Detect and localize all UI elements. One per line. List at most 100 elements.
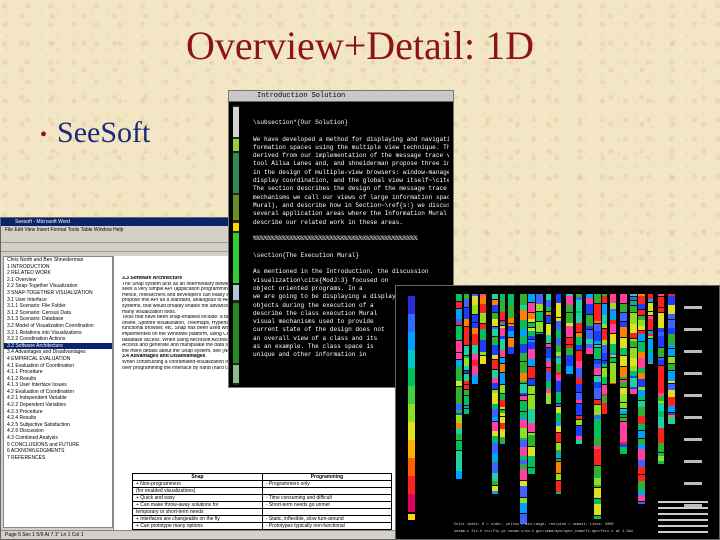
code-line-segment [610, 358, 616, 362]
code-line-segment [520, 412, 527, 418]
code-line-segment [456, 387, 462, 398]
code-line-segment [500, 358, 505, 363]
code-line-segment [492, 481, 498, 485]
label-mark [684, 504, 702, 507]
code-line-segment [520, 464, 527, 469]
outline-item[interactable]: 4.3 Combined Analysis [4, 435, 112, 442]
color-scale-segment [408, 368, 415, 386]
outline-item[interactable]: 6 ACKNOWLEDGMENTS [4, 448, 112, 455]
code-line-segment [620, 394, 627, 402]
code-line-segment [556, 422, 561, 426]
outline-item[interactable]: 3.1.2 Scenario: Census Data [4, 310, 112, 317]
outline-item[interactable]: 5 CONCLUSIONS and FUTURE [4, 442, 112, 449]
code-line-segment [472, 294, 478, 296]
outline-item[interactable]: 4.2.4 Results [4, 415, 112, 422]
code-line-segment [630, 389, 637, 394]
code-line-segment [500, 407, 505, 409]
outline-item[interactable]: 2 RELATED WORK [4, 270, 112, 277]
code-line-segment [456, 323, 462, 325]
outline-item[interactable]: 3.2.2 Coordination Actions [4, 336, 112, 343]
code-line-segment [528, 379, 535, 385]
code-line-segment [536, 294, 543, 304]
code-line-segment [658, 328, 664, 332]
code-line-segment [610, 334, 616, 344]
code-line-segment [648, 350, 653, 353]
code-line-segment [492, 313, 498, 319]
code-line-segment [594, 382, 601, 388]
code-line-segment [528, 395, 535, 404]
code-line-segment [602, 364, 607, 367]
code-line-segment [594, 400, 601, 404]
outline-item[interactable]: 4.2.2 Dependent Variables [4, 402, 112, 409]
code-line-segment [630, 348, 637, 358]
viz-caption-1: Color index: 0 = older, yellow = mid-ran… [454, 523, 614, 527]
table-cell [261, 508, 393, 516]
outline-item[interactable]: 4.2.3 Procedure [4, 409, 112, 416]
code-line-segment [658, 428, 664, 435]
outline-item[interactable]: 4.2.5 Subjective Satisfaction [4, 422, 112, 429]
outline-item[interactable]: Chris North and Ben Shneiderman [4, 257, 112, 264]
code-line-segment [464, 338, 469, 345]
code-line-segment [658, 360, 664, 365]
code-line-segment [658, 348, 664, 357]
code-line-segment [602, 345, 607, 353]
outline-item[interactable]: 3.1.1 Scenario: File Folder [4, 303, 112, 310]
code-line-segment [556, 450, 561, 454]
outline-item[interactable]: 2.1 Overview [4, 277, 112, 284]
outline-item[interactable]: 3.2 Model of Visualization Coordination [4, 323, 112, 330]
editor-line: As mentioned in the Introduction, the di… [253, 268, 429, 276]
code-line-segment [648, 316, 653, 319]
code-line-segment [620, 363, 627, 366]
outline-item[interactable]: 7 REFERENCES [4, 455, 112, 462]
code-line-segment [576, 297, 582, 300]
table-cell: - Time consuming and difficult [261, 494, 393, 502]
outline-item[interactable]: 4.1.1 Procedure [4, 369, 112, 376]
code-line-segment [630, 376, 637, 378]
outline-item[interactable]: 3.1 User Interface [4, 297, 112, 304]
table-cell: + Non-programmers [132, 480, 263, 488]
code-line-segment [520, 373, 527, 381]
code-line-segment [520, 481, 527, 486]
seesoft-visualization: Color index: 0 = older, yellow = mid-ran… [395, 285, 720, 540]
code-line-segment [594, 466, 601, 476]
outline-item[interactable]: 4.2 Evaluation of Coordination [4, 389, 112, 396]
code-line-segment [630, 378, 637, 387]
code-line-segment [492, 404, 498, 409]
outline-item[interactable]: 3 SNAP-TOGETHER VISUALIZATION [4, 290, 112, 297]
table-row: + Can make throw-away solutions for - Sho… [132, 501, 393, 509]
outline-item[interactable]: 3.1.3 Scenario: Database [4, 316, 112, 323]
outline-item[interactable]: 4.1.2 Results [4, 376, 112, 383]
code-line-segment [520, 310, 527, 320]
outline-item[interactable]: 4.1.3 User Interface Issues [4, 382, 112, 389]
outline-item[interactable]: 4.1 Evaluation of Coordination [4, 363, 112, 370]
code-line-segment [668, 364, 675, 370]
code-line-segment [520, 344, 527, 349]
code-line-segment [594, 311, 601, 321]
code-line-segment [658, 417, 664, 428]
code-line-segment [620, 380, 627, 382]
outline-item[interactable]: 1 INTRODUCTION [4, 264, 112, 271]
seesoft-canvas [408, 294, 708, 533]
table-header-programming: Programming [261, 473, 393, 481]
code-line-segment [638, 424, 645, 430]
code-line-segment [528, 323, 535, 327]
outline-item[interactable]: 4.2.6 Discussion [4, 428, 112, 435]
code-line-segment [492, 462, 498, 473]
code-line-segment [556, 462, 561, 473]
code-line-segment [658, 401, 664, 403]
code-line-segment [648, 312, 653, 315]
code-line-segment [576, 420, 582, 425]
outline-item[interactable]: 4 EMPIRICAL EVALUATION [4, 356, 112, 363]
outline-item[interactable]: 3.3 Software Architecture [4, 342, 112, 350]
editor-line: formation spaces using the multiple view… [253, 143, 449, 151]
code-line-segment [648, 363, 653, 364]
outline-item[interactable]: 2.2 Snap-Together Visualization [4, 283, 112, 290]
table-cell: + Quick and easy [132, 494, 263, 502]
outline-item[interactable]: 4.2.1 Independent Variable [4, 395, 112, 402]
code-line-segment [602, 377, 607, 384]
code-line-segment [638, 310, 645, 315]
outline-item[interactable]: 3.4 Advantages and Disadvantages [4, 349, 112, 356]
code-line-segment [620, 433, 627, 442]
code-line-segment [648, 353, 653, 363]
outline-item[interactable]: 3.2.1 Relations into Visualizations [4, 330, 112, 337]
